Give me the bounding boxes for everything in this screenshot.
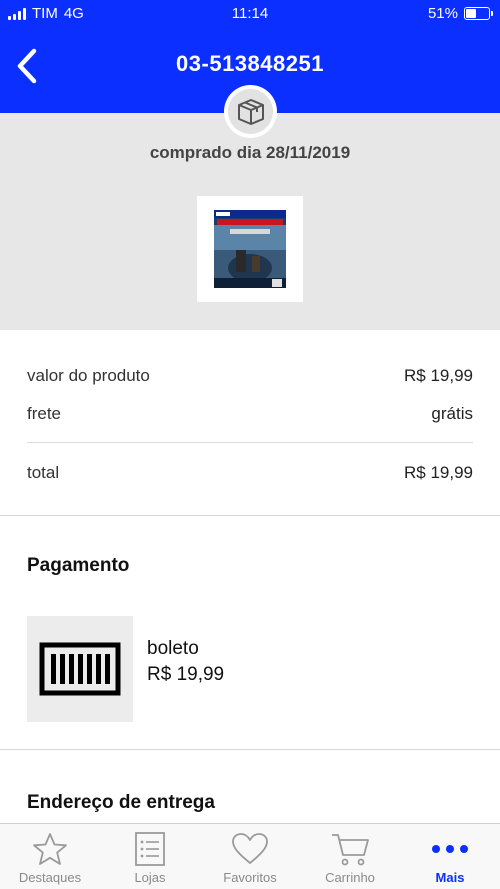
payment-section: Pagamento boleto R$ 19,99 <box>0 516 500 750</box>
cart-icon <box>332 834 369 866</box>
delivery-address-section: Endereço de entrega <box>0 750 500 830</box>
order-number: 03-513848251 <box>176 51 324 76</box>
payment-method: boleto <box>147 638 199 659</box>
battery-icon <box>464 7 493 20</box>
product-value-row: valor do produto R$ 19,99 <box>27 366 473 386</box>
shipping-label: frete <box>27 404 62 423</box>
total-value: R$ 19,99 <box>404 463 473 482</box>
tab-lojas[interactable]: Lojas <box>100 824 200 889</box>
heart-icon <box>232 833 268 864</box>
box-icon <box>237 98 264 125</box>
order-hero: comprado dia 28/11/2019 <box>0 85 500 330</box>
payment-method-tile <box>27 616 133 722</box>
payment-amount: R$ 19,99 <box>147 664 225 685</box>
tab-favoritos[interactable]: Favoritos <box>200 824 300 889</box>
payment-title: Pagamento <box>27 555 130 576</box>
summary-divider <box>27 442 473 443</box>
delivery-address-title: Endereço de entrega <box>27 792 215 813</box>
shipping-value: grátis <box>431 404 473 423</box>
tab-carrinho[interactable]: Carrinho <box>300 824 400 889</box>
tab-destaques[interactable]: Destaques <box>0 824 100 889</box>
star-icon <box>33 833 67 865</box>
clock: 11:14 <box>231 5 269 22</box>
tab-label: Destaques <box>18 870 82 885</box>
battery-percent: 51% <box>427 5 458 22</box>
shipping-row: frete grátis <box>27 404 473 424</box>
tab-label: Mais <box>435 870 465 885</box>
bottom-tab-bar: Destaques Lojas Favoritos Carrinho Mais <box>0 823 500 889</box>
product-image[interactable] <box>197 196 303 302</box>
total-label: total <box>27 463 60 482</box>
tab-mais[interactable]: Mais <box>400 824 500 889</box>
box-badge <box>224 85 277 138</box>
barcode-icon <box>39 642 121 696</box>
list-icon <box>135 832 165 866</box>
battery-status: 51% <box>427 5 493 22</box>
tab-label: Favoritos <box>223 870 277 885</box>
game-cover-image <box>214 210 286 288</box>
product-value-label: valor do produto <box>27 366 150 385</box>
price-summary: valor do produto R$ 19,99 frete grátis t… <box>0 330 500 516</box>
more-icon <box>432 845 468 853</box>
purchase-date: comprado dia 28/11/2019 <box>149 143 351 162</box>
tab-label: Carrinho <box>325 870 375 885</box>
total-row: total R$ 19,99 <box>27 463 473 483</box>
product-value: R$ 19,99 <box>404 366 473 385</box>
status-bar: TIM 4G 11:14 51% <box>0 0 500 27</box>
tab-label: Lojas <box>134 870 166 885</box>
